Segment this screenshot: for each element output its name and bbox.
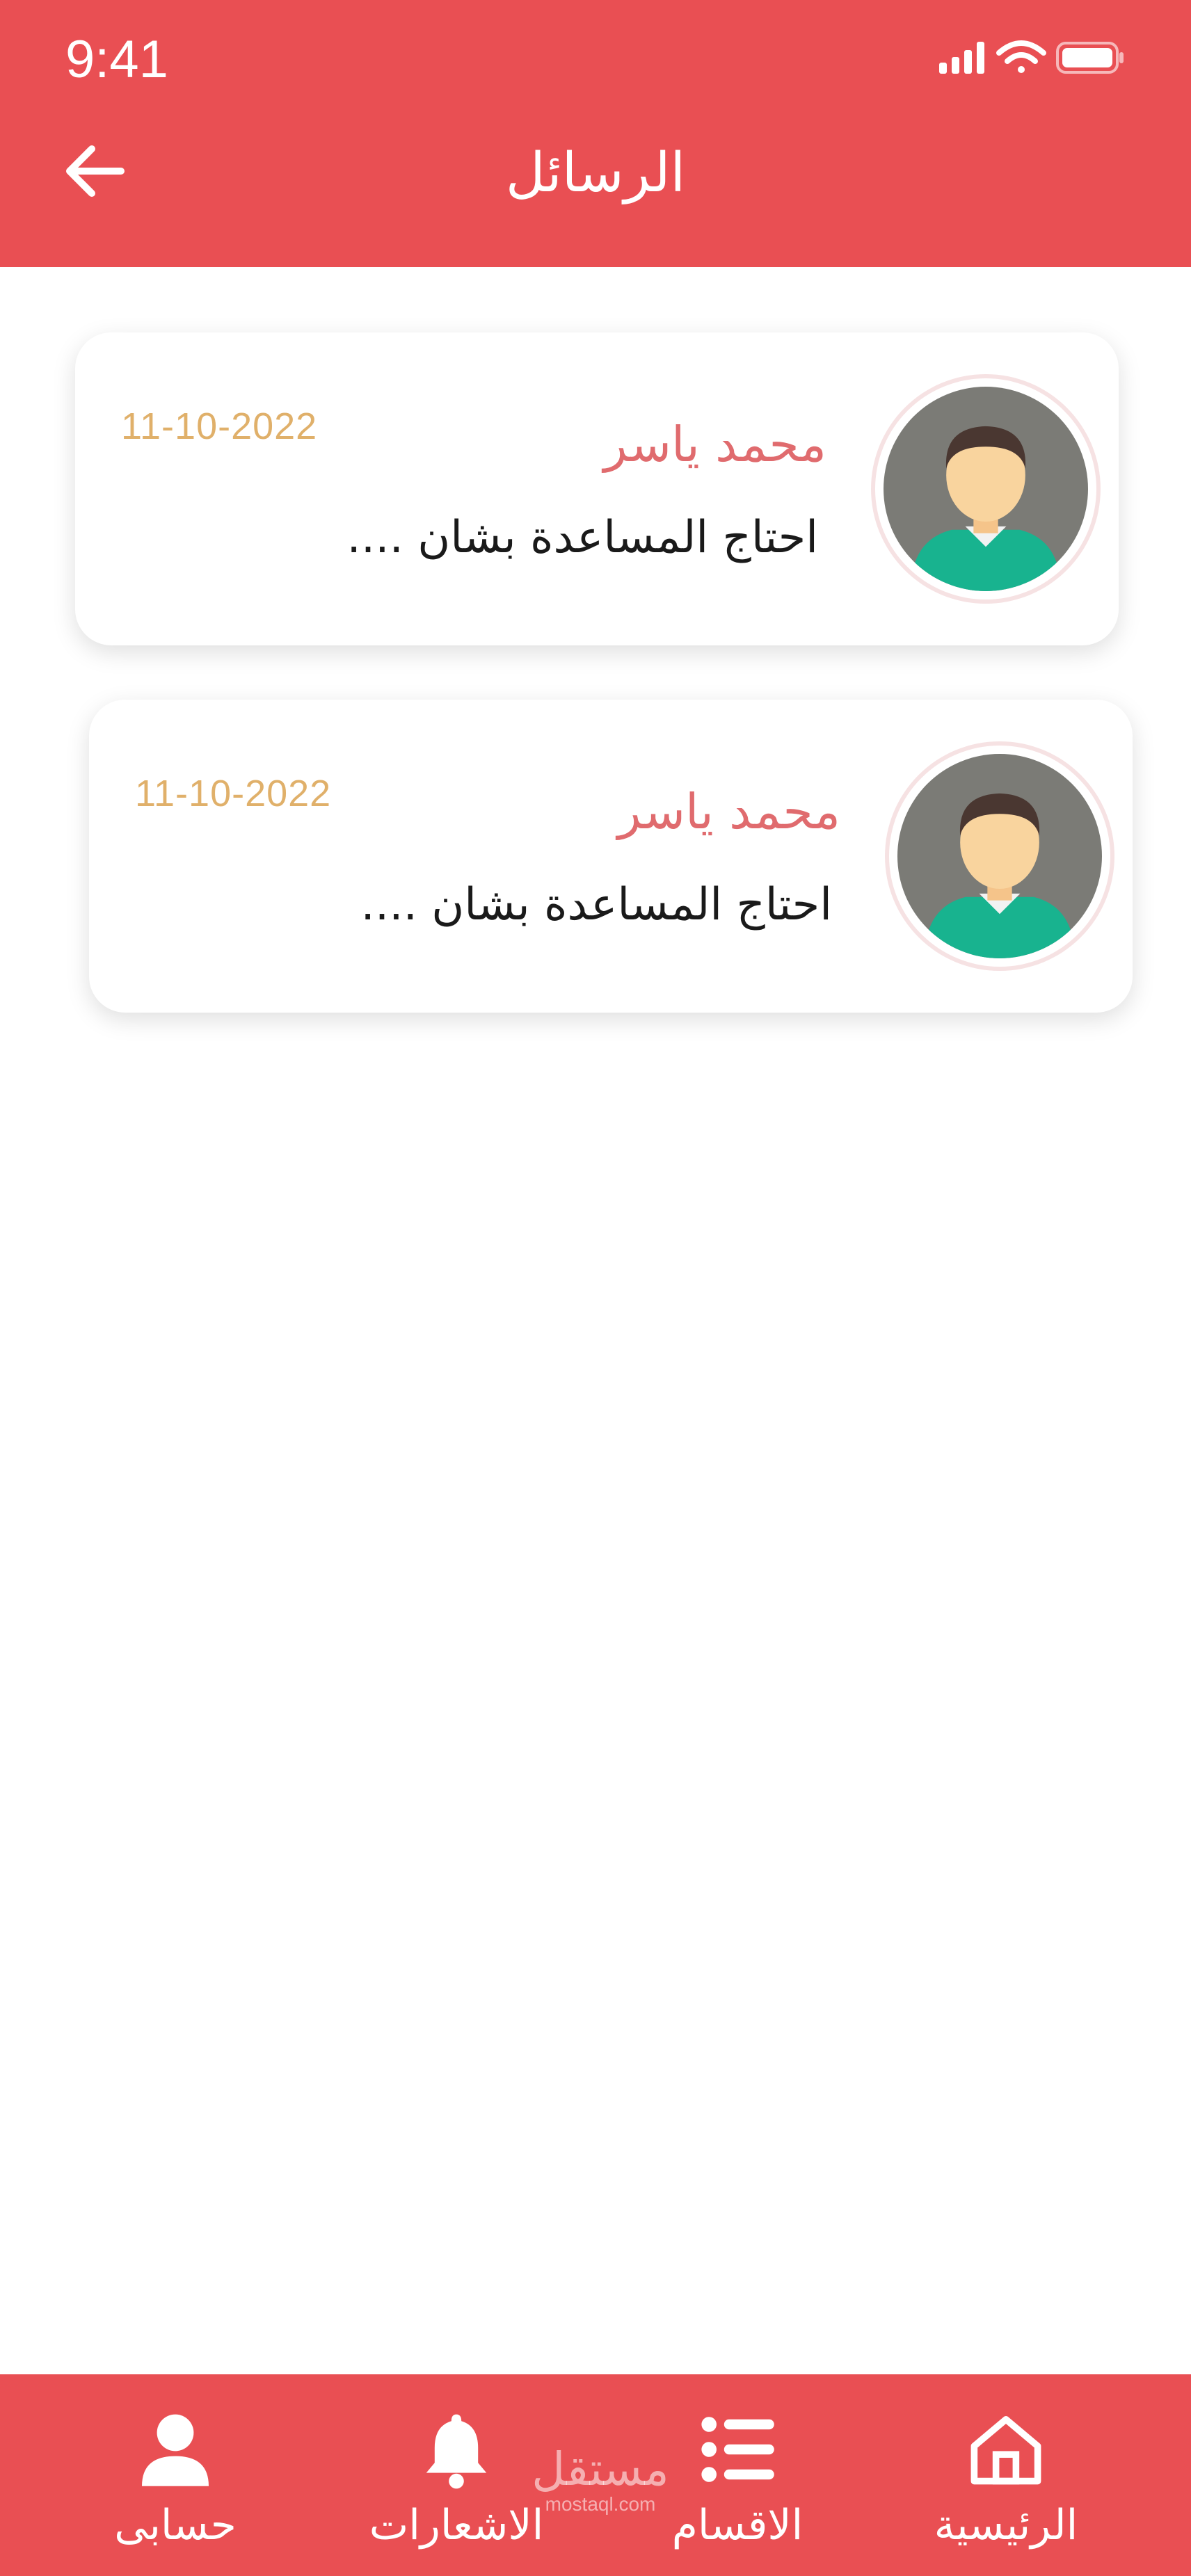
nav-label-account: حسابى — [114, 2501, 237, 2550]
battery-icon — [1056, 42, 1124, 74]
watermark: مستقل mostaql.com — [520, 2445, 680, 2515]
nav-item-home[interactable]: الرئيسية — [881, 2374, 1131, 2576]
sender-name: محمد ياسر — [617, 783, 840, 840]
avatar — [889, 746, 1110, 967]
message-date: 11-10-2022 — [121, 405, 318, 447]
list-icon — [701, 2417, 774, 2482]
wifi-icon — [996, 40, 1046, 73]
user-avatar-icon — [884, 387, 1088, 591]
home-icon — [970, 2416, 1041, 2485]
bell-icon — [426, 2414, 487, 2489]
message-card[interactable]: محمد ياسر 11-10-2022 احتاج المساعدة بشان… — [89, 700, 1133, 1013]
nav-label-home: الرئيسية — [934, 2501, 1078, 2550]
status-icons — [939, 40, 1124, 74]
message-preview: احتاج المساعدة بشان .... — [360, 879, 832, 931]
page-title: الرسائل — [505, 142, 686, 204]
message-date: 11-10-2022 — [135, 773, 332, 814]
signal-icon — [939, 42, 984, 74]
user-avatar-icon — [897, 754, 1102, 958]
app-header: 9:41 الرسائل — [0, 0, 1191, 267]
sender-name: محمد ياسر — [603, 416, 826, 473]
avatar — [875, 378, 1096, 599]
user-icon — [142, 2414, 209, 2486]
watermark-subtext: mostaql.com — [545, 2493, 656, 2515]
watermark-text: مستقل — [531, 2442, 669, 2496]
message-card[interactable]: محمد ياسر 11-10-2022 احتاج المساعدة بشان… — [75, 332, 1119, 645]
nav-item-account[interactable]: حسابى — [50, 2374, 301, 2576]
status-time: 9:41 — [65, 30, 168, 89]
message-preview: احتاج المساعدة بشان .... — [346, 512, 818, 563]
